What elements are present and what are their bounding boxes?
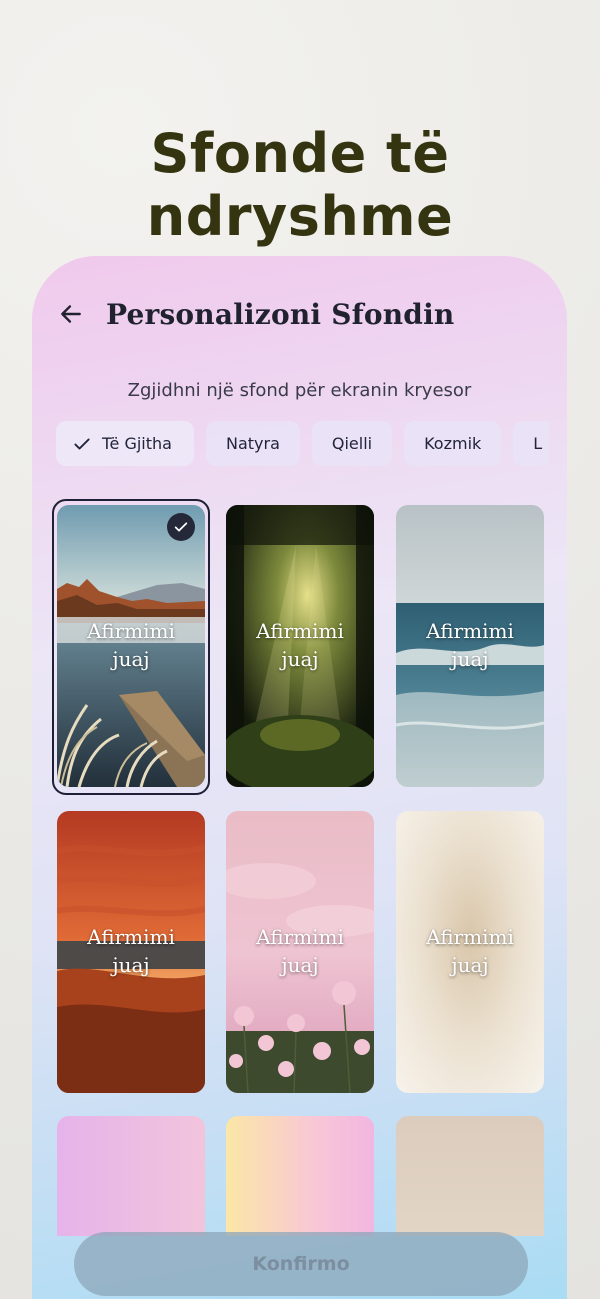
check-icon	[72, 434, 92, 454]
background-card-flowers[interactable]: Afirmimi juaj	[226, 811, 374, 1093]
chip-sky[interactable]: Qielli	[311, 421, 393, 466]
phone-screen: Personalizoni Sfondin Zgjidhni një sfond…	[32, 256, 567, 1299]
card-affirmation-text: Afirmimi juaj	[256, 619, 344, 671]
chip-label: L	[533, 434, 543, 453]
category-chips: Të Gjitha Natyra Qielli Kozmik L	[56, 421, 549, 467]
check-icon	[174, 522, 188, 532]
chip-label: Kozmik	[424, 434, 482, 453]
background-card-pink-gradient[interactable]	[57, 1116, 205, 1236]
top-bar: Personalizoni Sfondin	[56, 294, 454, 334]
background-card-beige-gradient[interactable]	[396, 1116, 544, 1236]
card-affirmation-text: Afirmimi juaj	[87, 619, 175, 671]
back-button[interactable]	[56, 299, 86, 329]
selected-check-badge	[167, 513, 195, 541]
background-card-ocean[interactable]: Afirmimi juaj	[396, 505, 544, 787]
chip-label: Qielli	[331, 434, 373, 453]
page-headline: Sfonde të ndryshme	[146, 122, 454, 248]
background-card-yellow-pink-gradient[interactable]	[226, 1116, 374, 1236]
screen-subtitle: Zgjidhni një sfond për ekranin kryesor	[127, 380, 472, 401]
chip-partial[interactable]: L	[513, 421, 549, 466]
background-card-cream[interactable]: Afirmimi juaj	[396, 811, 544, 1093]
card-affirmation-text: Afirmimi juaj	[87, 925, 175, 977]
confirm-button[interactable]: Konfirmo	[74, 1232, 528, 1296]
card-affirmation-text: Afirmimi juaj	[426, 619, 514, 671]
card-affirmation-text: Afirmimi juaj	[256, 925, 344, 977]
chip-label: Natyra	[225, 434, 280, 453]
chip-label: Të Gjitha	[102, 434, 172, 453]
arrow-left-icon	[61, 305, 81, 323]
background-card-sunset[interactable]: Afirmimi juaj	[57, 811, 205, 1093]
chip-cosmic[interactable]: Kozmik	[404, 421, 502, 466]
chip-nature[interactable]: Natyra	[205, 421, 300, 466]
card-affirmation-text: Afirmimi juaj	[426, 925, 514, 977]
background-card-forest[interactable]: Afirmimi juaj	[226, 505, 374, 787]
chip-all[interactable]: Të Gjitha	[56, 421, 194, 466]
screen-title: Personalizoni Sfondin	[106, 297, 455, 331]
background-card-lake[interactable]: Afirmimi juaj	[57, 505, 205, 787]
